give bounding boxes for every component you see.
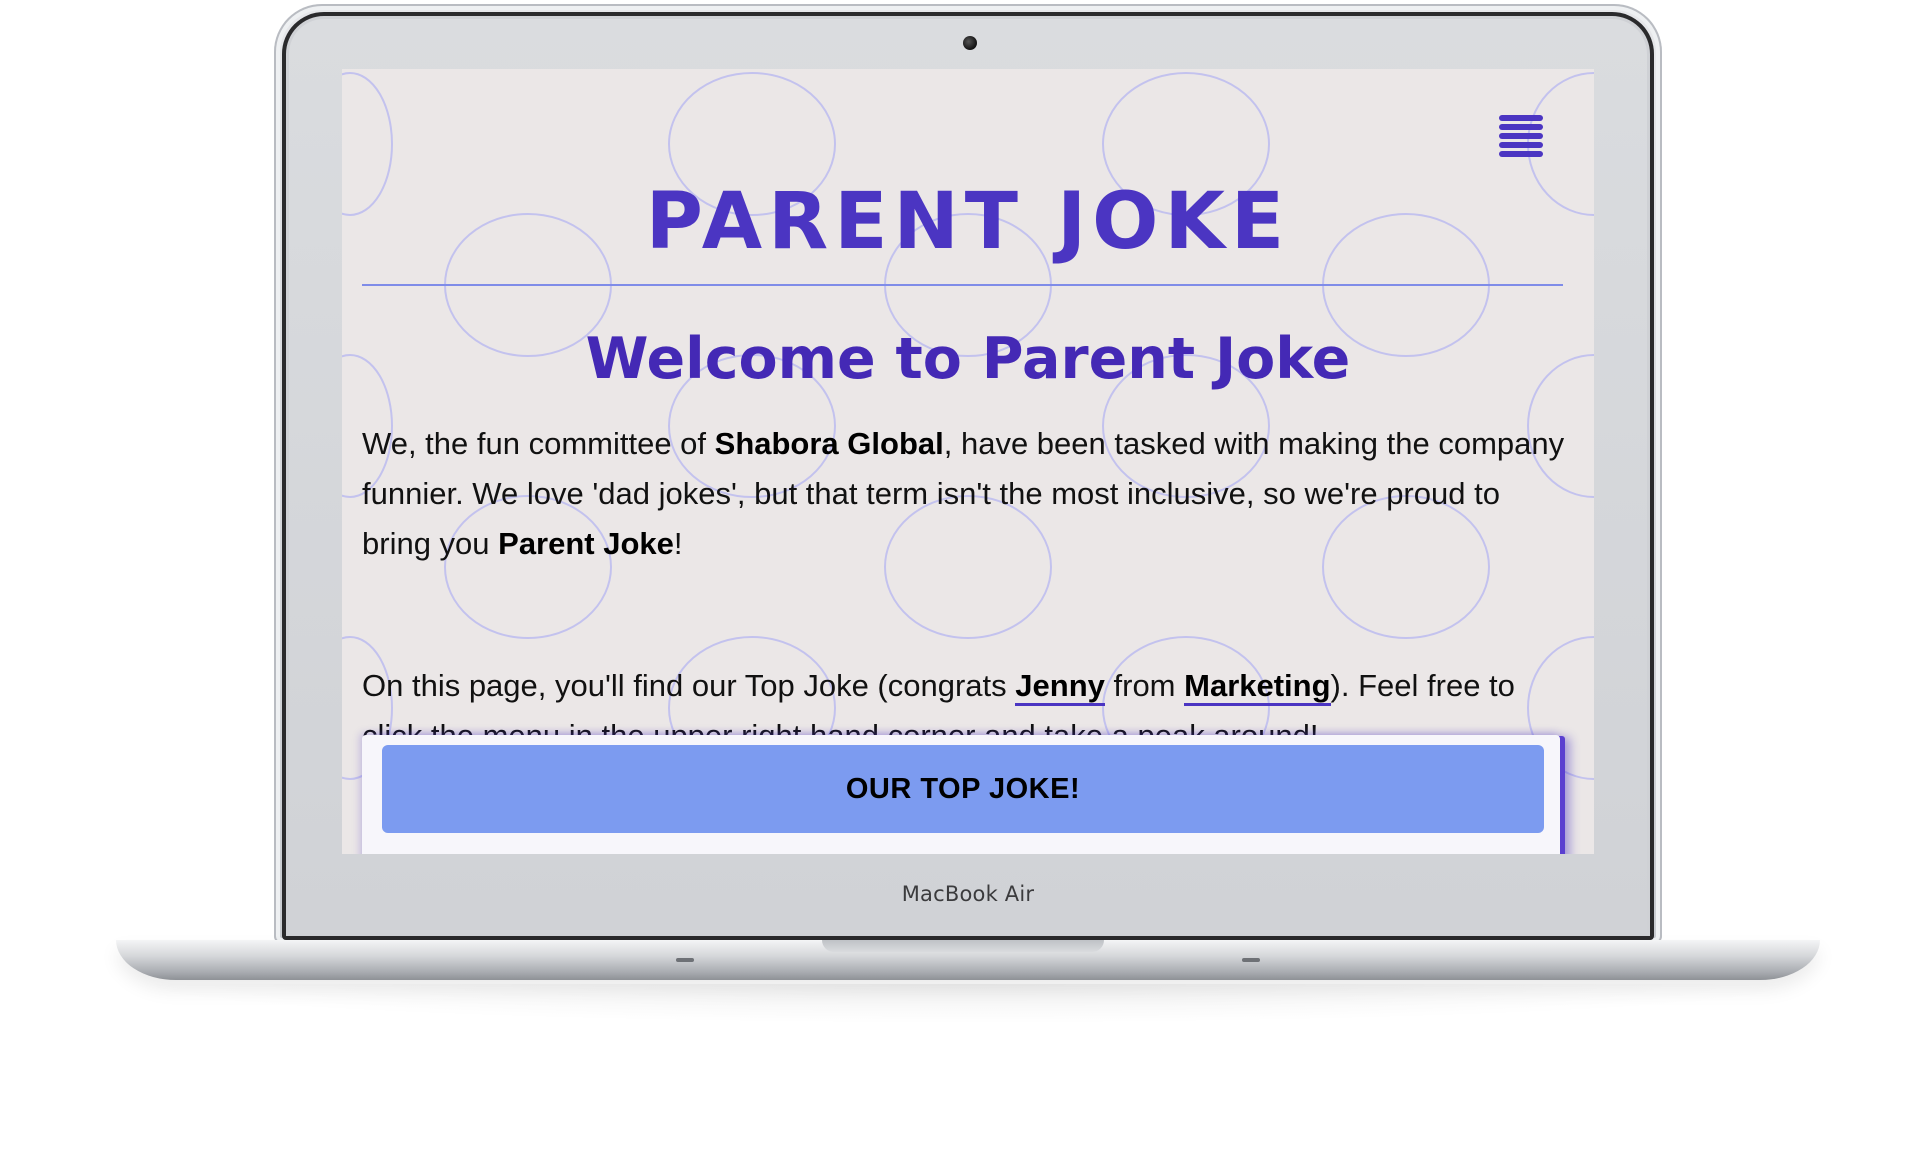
- details-text-2: from: [1104, 668, 1185, 703]
- menu-bar: [1499, 151, 1543, 157]
- marketing-link[interactable]: Marketing: [1184, 668, 1331, 706]
- device-brand-label: MacBook Air: [901, 882, 1035, 906]
- laptop-notch: [822, 940, 1104, 952]
- browser-viewport[interactable]: PARENT JOKE Welcome to Parent Joke We, t…: [342, 69, 1594, 854]
- hamburger-menu-icon[interactable]: [1499, 115, 1543, 157]
- title-divider: [362, 284, 1563, 286]
- intro-text-1: We, the fun committee of: [362, 426, 715, 461]
- menu-bar: [1499, 124, 1543, 130]
- brand-name: Parent Joke: [498, 526, 674, 561]
- intro-text-3: !: [673, 526, 683, 561]
- details-text-1: On this page, you'll find our Top Joke (…: [362, 668, 1016, 703]
- top-joke-button[interactable]: OUR TOP JOKE!: [382, 745, 1544, 833]
- base-foot: [1242, 958, 1260, 962]
- menu-bar: [1499, 115, 1543, 121]
- menu-bar: [1499, 133, 1543, 139]
- intro-paragraph: We, the fun committee of Shabora Global,…: [362, 419, 1572, 569]
- floor-shadow: [116, 984, 1820, 1024]
- base-foot: [676, 958, 694, 962]
- site-title: PARENT JOKE: [645, 177, 1291, 267]
- jenny-link[interactable]: Jenny: [1015, 668, 1105, 706]
- camera-icon: [963, 36, 977, 50]
- menu-bar: [1499, 142, 1543, 148]
- welcome-heading: Welcome to Parent Joke: [585, 326, 1351, 392]
- company-name: Shabora Global: [714, 426, 944, 461]
